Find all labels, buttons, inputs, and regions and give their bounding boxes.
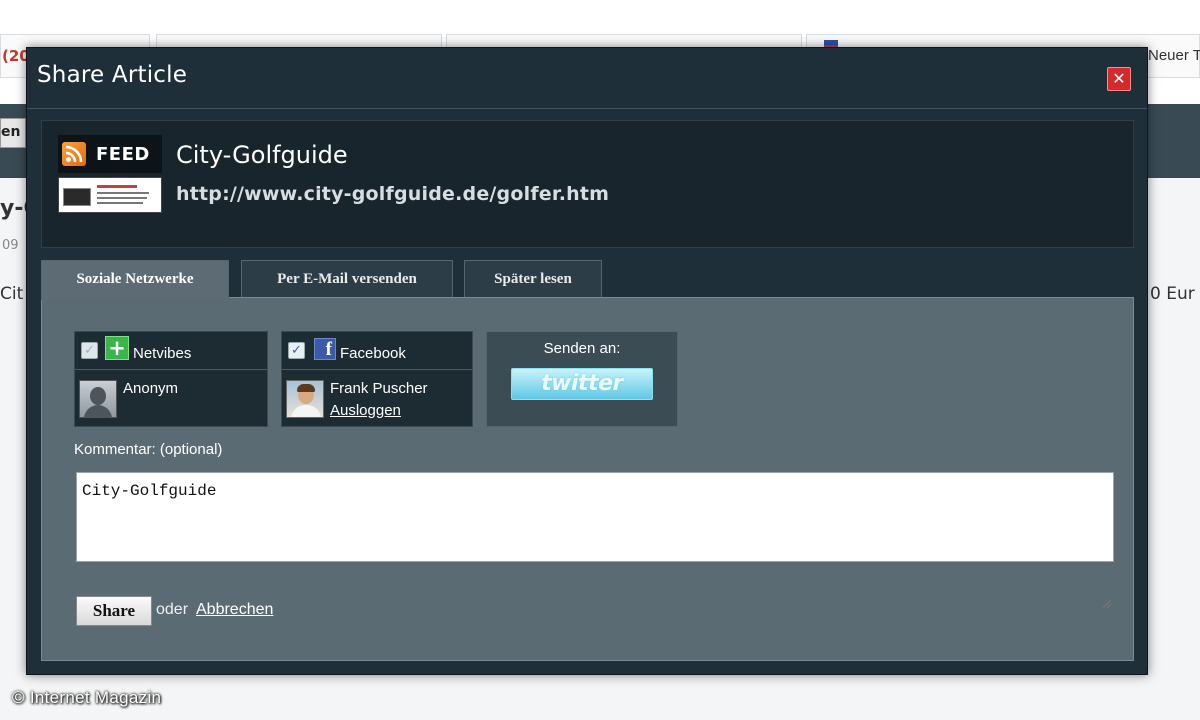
avatar [286,380,324,418]
feed-title: City-Golfguide [176,141,348,169]
close-button[interactable]: ✕ [1107,67,1131,91]
logout-link[interactable]: Ausloggen [330,402,401,419]
tab-social-networks[interactable]: Soziale Netzwerke [41,260,229,300]
social-networks-panel: ✓ + Netvibes Anonym ✓ f Facebook Frank P… [41,297,1134,661]
title-divider [27,108,1147,109]
netvibes-card: ✓ + Netvibes Anonym [74,331,268,427]
or-text: oder [156,601,189,618]
facebook-checkbox[interactable]: ✓ [288,342,305,359]
background-tab-text: Neuer T [1148,47,1200,64]
feed-badge-label: FEED [96,144,150,165]
background-text-fragment: Cit [0,284,24,304]
background-price-fragment: 0 Eur [1150,284,1195,304]
facebook-account-name: Frank Puscher [330,380,428,397]
netvibes-label: Netvibes [133,345,192,362]
close-icon: ✕ [1112,69,1126,88]
site-thumbnail [58,177,162,213]
feed-url: http://www.city-golfguide.de/golfer.htm [176,183,610,205]
comment-label: Kommentar: (optional) [74,441,223,458]
comment-textarea[interactable]: City-Golfguide [76,472,1114,562]
facebook-header: ✓ f Facebook [282,332,472,370]
share-article-dialog: Share Article ✕ FEED City-Golfguide http… [26,47,1148,675]
netvibes-icon: + [105,336,129,360]
facebook-label: Facebook [340,345,406,362]
resize-handle-icon[interactable] [1100,597,1112,609]
background-nav-button[interactable]: en [0,118,26,148]
feed-header: FEED City-Golfguide http://www.city-golf… [41,120,1134,248]
send-to-label: Senden an: [543,340,621,357]
dialog-title: Share Article [37,62,188,88]
send-to-card: Senden an: twitter [486,331,678,427]
netvibes-account-name: Anonym [123,380,179,397]
rss-icon [62,142,86,166]
netvibes-checkbox[interactable]: ✓ [81,342,98,359]
avatar [79,380,117,418]
share-button[interactable]: Share [76,596,152,626]
cancel-link[interactable]: Abbrechen [196,601,273,619]
twitter-button[interactable]: twitter [511,368,653,400]
feed-badge: FEED [58,135,162,173]
tab-send-email[interactable]: Per E-Mail versenden [241,260,453,298]
tab-read-later[interactable]: Später lesen [464,260,602,298]
facebook-card: ✓ f Facebook Frank Puscher Ausloggen [281,331,473,427]
watermark: © Internet Magazin [12,688,162,707]
facebook-icon: f [314,338,336,360]
background-date-fragment: 09 [2,238,19,253]
netvibes-header: ✓ + Netvibes [75,332,267,370]
